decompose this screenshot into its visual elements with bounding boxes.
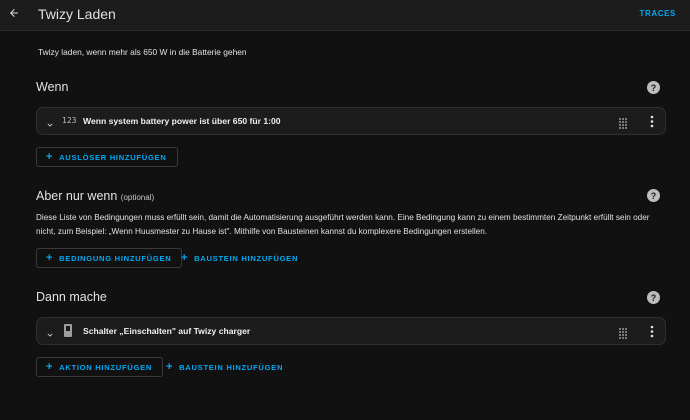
optional-label: (optional) [120, 193, 155, 202]
help-circle-icon[interactable]: ? [647, 291, 660, 304]
help-circle-icon[interactable]: ? [647, 189, 660, 202]
plus-icon: + [46, 251, 54, 264]
conditions-description: Diese Liste von Bedingungen muss erfüllt… [36, 213, 650, 236]
add-action-button[interactable]: + AKTION HINZUFÜGEN [36, 357, 164, 377]
plus-icon: + [166, 360, 174, 373]
actions-section-title: Dann mache [36, 290, 107, 304]
add-action-building-block-button[interactable]: + BAUSTEIN HINZUFÜGEN [157, 357, 293, 377]
action-label: Schalter „Einschalten" auf Twizy charger [83, 326, 251, 336]
plus-icon: + [181, 251, 189, 264]
drag-handle-icon[interactable] [619, 116, 627, 129]
arrow-left-icon [8, 6, 20, 24]
chevron-down-icon[interactable] [45, 327, 55, 337]
top-app-bar: Twizy Laden TRACES [0, 0, 690, 31]
chevron-down-icon[interactable] [45, 117, 55, 127]
automation-description[interactable]: Twizy laden, wenn mehr als 650 W in die … [38, 47, 247, 57]
triggers-section-title: Wenn [36, 80, 69, 94]
back-button[interactable] [2, 3, 26, 27]
traces-button[interactable]: TRACES [640, 9, 677, 18]
dots-vertical-icon[interactable] [648, 115, 656, 128]
power-socket-icon [64, 324, 72, 337]
add-trigger-button[interactable]: + AUSLÖSER HINZUFÜGEN [36, 147, 178, 167]
numeric-state-icon: 123 [62, 116, 77, 125]
page-title: Twizy Laden [38, 6, 116, 22]
plus-icon: + [46, 360, 54, 373]
drag-handle-icon[interactable] [619, 326, 627, 339]
dots-vertical-icon[interactable] [648, 325, 656, 338]
trigger-label: Wenn system battery power ist über 650 f… [83, 116, 281, 126]
action-card[interactable]: Schalter „Einschalten" auf Twizy charger [36, 317, 666, 345]
add-condition-building-block-button[interactable]: + BAUSTEIN HINZUFÜGEN [172, 248, 308, 268]
plus-icon: + [46, 150, 54, 163]
trigger-card[interactable]: 123 Wenn system battery power ist über 6… [36, 107, 666, 135]
add-condition-button[interactable]: + BEDINGUNG HINZUFÜGEN [36, 248, 183, 268]
conditions-section-title: Aber nur wenn (optional) [36, 189, 155, 203]
help-circle-icon[interactable]: ? [647, 81, 660, 94]
